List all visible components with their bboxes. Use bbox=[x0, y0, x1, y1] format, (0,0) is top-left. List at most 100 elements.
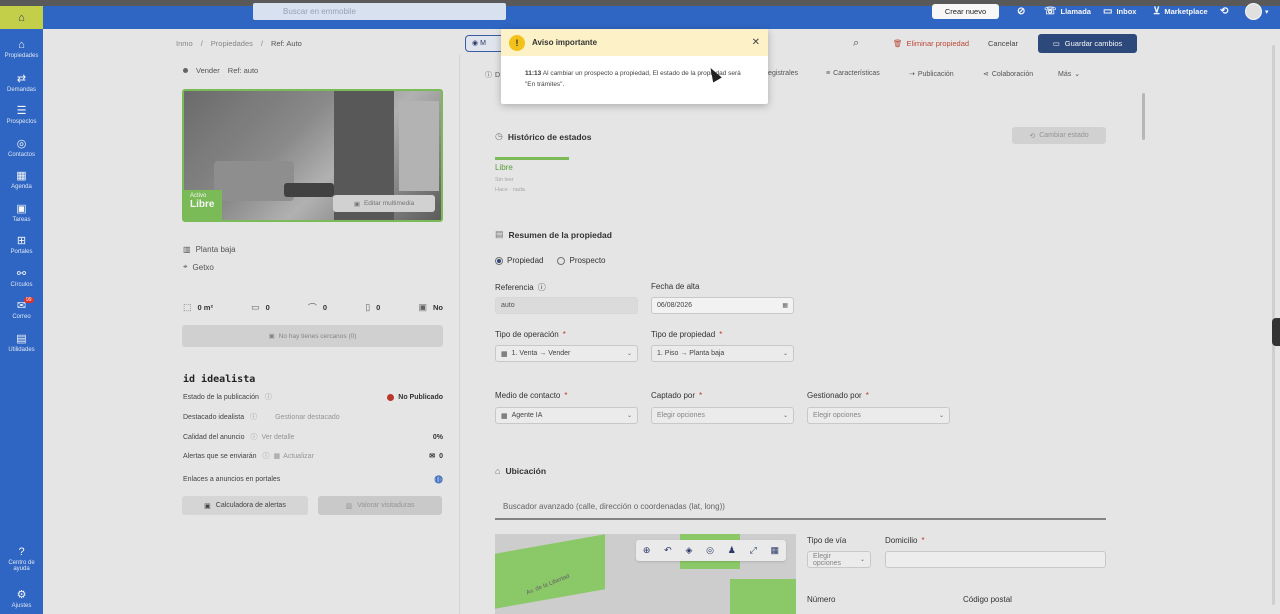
tab-registrales[interactable]: Registrales bbox=[763, 70, 798, 77]
update-link[interactable]: Actualizar bbox=[283, 453, 314, 460]
search-icon[interactable]: ⌕ bbox=[853, 37, 859, 50]
trash-icon: 🗑 bbox=[893, 39, 903, 48]
save-changes-button[interactable]: ▭ Guardar cambios bbox=[1038, 34, 1137, 53]
tab-publicacion[interactable]: ⇢ Publicación bbox=[909, 70, 954, 79]
fullscreen-icon[interactable]: ⤢ bbox=[750, 545, 757, 556]
sidebar-item-utilidades[interactable]: ▤ Utilidades bbox=[0, 332, 43, 353]
chat-icon: ▭ bbox=[1103, 6, 1113, 17]
history-section-title: ◷ Histórico de estados bbox=[495, 131, 591, 142]
stat-elevator: ▣ No bbox=[418, 301, 443, 314]
info-icon[interactable]: ⓘ bbox=[538, 282, 546, 293]
tab-datos[interactable]: ⓘ D bbox=[485, 70, 500, 80]
sidebar-item-portales[interactable]: ⊞ Portales bbox=[0, 234, 43, 255]
grid-icon[interactable]: ▦ bbox=[771, 545, 780, 556]
managed-by-select[interactable]: Elegir opciones ⌄ bbox=[807, 407, 950, 424]
tab-colaboracion[interactable]: ⋖ Colaboración bbox=[983, 70, 1033, 79]
cancel-button[interactable]: Cancelar bbox=[988, 35, 1018, 52]
view-detail-link[interactable]: Ver detalle bbox=[262, 434, 295, 441]
info-icon[interactable]: ⓘ bbox=[250, 412, 257, 422]
change-state-button[interactable]: ⟲ Cambiar estado bbox=[1012, 127, 1106, 144]
property-kind-radio-group: Propiedad Prospecto bbox=[495, 256, 606, 265]
stat-value: 0 bbox=[376, 303, 381, 312]
side-panel-handle[interactable] bbox=[1272, 318, 1280, 346]
operation-type-label: Tipo de operación * bbox=[495, 330, 566, 339]
globe-icon[interactable]: ◍ bbox=[434, 474, 443, 485]
info-icon[interactable]: ⓘ bbox=[263, 451, 270, 461]
breadcrumb-item[interactable]: Inmo bbox=[176, 39, 193, 48]
radio-label: Prospecto bbox=[569, 256, 606, 265]
sidebar-item-propiedades[interactable]: ⌂ Propiedades bbox=[0, 39, 43, 59]
alerts-calculator-button[interactable]: ▣ Calculadora de alertas bbox=[182, 496, 308, 515]
photo-table bbox=[284, 183, 334, 197]
row-value: 0% bbox=[432, 433, 443, 441]
captured-by-label: Captado por * bbox=[651, 391, 702, 400]
section-title-label: Resumen de la propiedad bbox=[508, 229, 612, 240]
info-icon[interactable]: ⓘ bbox=[251, 432, 258, 442]
content-scrollbar[interactable] bbox=[1142, 93, 1145, 140]
contact-medium-select[interactable]: ▦ Agente IA ⌄ bbox=[495, 407, 638, 424]
sync-button[interactable]: ⟲ bbox=[1220, 4, 1228, 19]
radio-propiedad[interactable]: Propiedad bbox=[495, 256, 543, 265]
breadcrumb-item[interactable]: Propiedades bbox=[211, 39, 253, 48]
sidebar-item-demandas[interactable]: ⇄ Demandas bbox=[0, 72, 43, 93]
inbox-label: Inbox bbox=[1116, 7, 1137, 16]
help-icon: ? bbox=[18, 546, 25, 558]
sidebar-item-circulos[interactable]: ⚯ Círculos bbox=[0, 267, 43, 288]
target-icon[interactable]: ◎ bbox=[706, 545, 714, 556]
sidebar-item-agenda[interactable]: ▦ Agenda bbox=[0, 169, 43, 190]
undo-icon[interactable]: ↶ bbox=[664, 545, 672, 556]
edit-media-button[interactable]: ▣ Editar multimedia bbox=[333, 195, 435, 212]
reference-label: Referencia ⓘ bbox=[495, 282, 546, 293]
layers-icon[interactable]: ◈ bbox=[685, 545, 692, 556]
bed-icon: ▭ bbox=[251, 302, 260, 312]
location-pin-icon: ⌖ bbox=[183, 262, 188, 271]
city-info: ⌖ Getxo bbox=[183, 262, 214, 272]
road-type-select[interactable]: Elegir opciones ⌄ bbox=[807, 551, 871, 568]
field-label: Número bbox=[807, 595, 836, 604]
save-icon: ▭ bbox=[1052, 39, 1060, 48]
create-new-button[interactable]: Crear nuevo bbox=[932, 4, 999, 19]
sidebar-item-correo[interactable]: ✉ 99 Correo bbox=[0, 297, 43, 320]
select-placeholder: Elegir opciones bbox=[813, 552, 842, 567]
breadcrumb-current: Ref: Auto bbox=[271, 39, 302, 48]
sidebar-item-settings[interactable]: ⚙ Ajustes bbox=[0, 588, 43, 609]
global-search-input[interactable]: Buscar en emmobile bbox=[253, 3, 506, 20]
add-marker-icon[interactable]: ⊕ bbox=[643, 545, 651, 556]
tab-caracteristicas[interactable]: ≡ Características bbox=[826, 70, 880, 77]
row-label: Estado de la publicación bbox=[183, 393, 259, 401]
property-type-select[interactable]: 1. Piso → Planta baja ⌄ bbox=[651, 345, 794, 362]
city-label: Getxo bbox=[192, 262, 214, 272]
radio-prospecto[interactable]: Prospecto bbox=[557, 256, 606, 265]
user-avatar[interactable] bbox=[1245, 3, 1262, 20]
app-logo-icon[interactable]: ⌂ bbox=[0, 6, 43, 29]
cart-icon: ⊻ bbox=[1153, 6, 1161, 17]
visibility-toggle-button[interactable]: ⊘ bbox=[1017, 4, 1025, 19]
tab-mas[interactable]: Más ⌄ bbox=[1058, 70, 1080, 79]
sidebar-item-help[interactable]: ? Centro de ayuda bbox=[0, 546, 43, 572]
inbox-button[interactable]: ▭ Inbox bbox=[1103, 4, 1136, 19]
sidebar-item-tareas[interactable]: ▣ Tareas bbox=[0, 202, 43, 223]
date-field[interactable]: 06/08/2026 ▦ bbox=[651, 297, 794, 314]
calendar-icon[interactable]: ▦ bbox=[782, 302, 788, 309]
sidebar-item-contactos[interactable]: ◎ Contactos bbox=[0, 137, 43, 158]
operation-type-select[interactable]: ▦ 1. Venta → Vender ⌄ bbox=[495, 345, 638, 362]
close-icon[interactable]: ✕ bbox=[752, 37, 760, 48]
captured-by-select[interactable]: Elegir opciones ⌄ bbox=[651, 407, 794, 424]
delete-property-button[interactable]: 🗑 Eliminar propiedad bbox=[893, 35, 969, 52]
field-label: Captado por bbox=[651, 391, 696, 400]
chevron-down-icon[interactable]: ▾ bbox=[1265, 8, 1269, 16]
address-input[interactable] bbox=[885, 551, 1106, 568]
call-button[interactable]: ☏ Llamada bbox=[1044, 4, 1091, 19]
list-icon: ☰ bbox=[16, 105, 27, 117]
street-view-icon[interactable]: ♟ bbox=[728, 545, 736, 556]
marketplace-button[interactable]: ⊻ Marketplace bbox=[1153, 4, 1208, 19]
manage-featured-link[interactable]: Gestionar destacado bbox=[275, 414, 340, 421]
warning-icon: ! bbox=[509, 34, 525, 51]
visits-button[interactable]: ▥ Valorar visitaduras bbox=[318, 496, 442, 515]
info-icon[interactable]: ⓘ bbox=[265, 392, 272, 402]
postal-code-label: Código postal bbox=[963, 595, 1012, 604]
sidebar-item-prospectos[interactable]: ☰ Prospectos bbox=[0, 104, 43, 125]
required-marker: * bbox=[719, 330, 723, 339]
property-photo[interactable]: Activo Libre ▣ Editar multimedia bbox=[182, 89, 443, 222]
address-search-input[interactable]: Buscador avanzado (calle, dirección o co… bbox=[495, 496, 1106, 520]
